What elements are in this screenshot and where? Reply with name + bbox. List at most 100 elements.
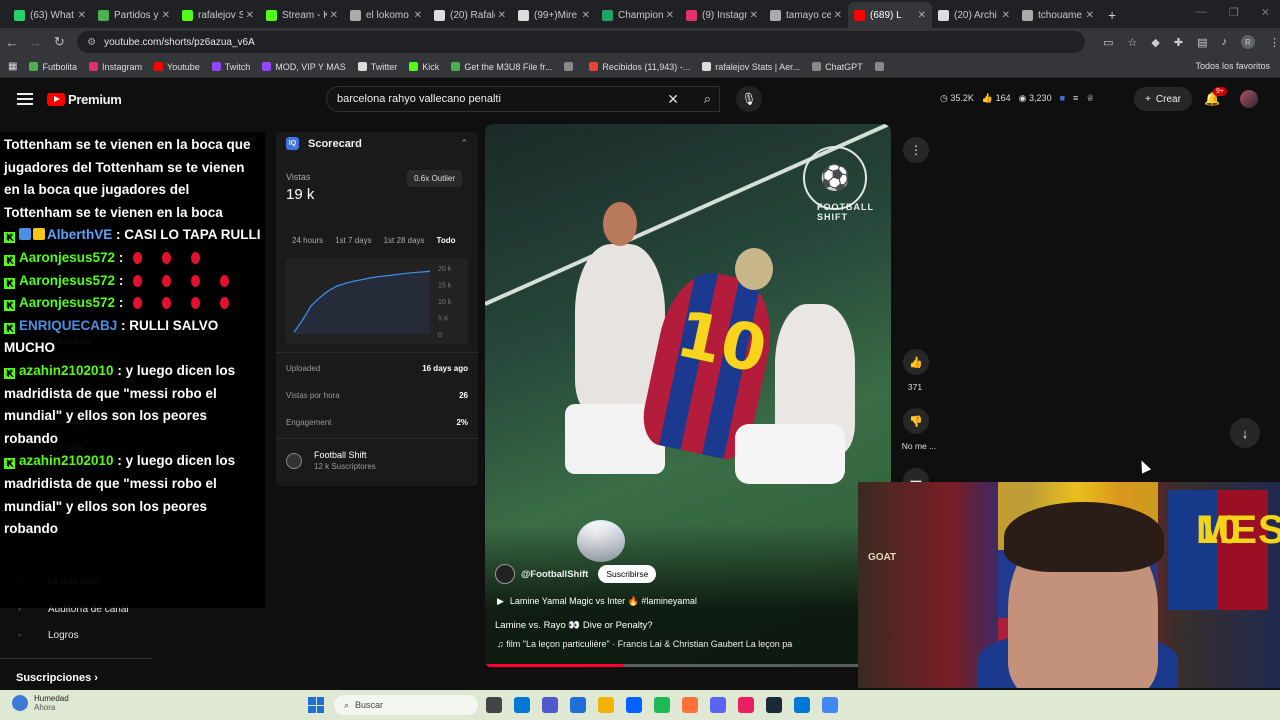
tab-close-icon[interactable]: ✕ [498,10,506,21]
hamburger-menu-icon[interactable] [17,90,33,108]
tab-close-icon[interactable]: ✕ [666,10,674,21]
subscriptions-header[interactable]: Suscripciones › [16,672,98,684]
taskbar-app-icon[interactable] [514,697,530,713]
taskbar-app-icon[interactable] [570,697,586,713]
start-button[interactable] [308,697,324,713]
taskbar-app-icon[interactable] [766,697,782,713]
window-controls[interactable]: — ❐ ✕ [1196,6,1270,19]
range-tab[interactable]: 24 hours [292,236,323,245]
cast-icon[interactable]: ▭ [1103,36,1113,49]
media-icon[interactable]: ♪ [1222,36,1228,48]
create-button[interactable]: + Crear [1134,87,1192,111]
bookmark-item[interactable]: Futbolita [29,62,77,72]
clear-search-icon[interactable]: ✕ [667,91,679,108]
back-icon[interactable]: ← [0,35,24,50]
browser-tab[interactable]: (99+)Mire ✕ [512,2,596,28]
vidiq-icon[interactable]: ■ [1060,93,1065,104]
shorts-video-player[interactable]: 10 ⚽ FOOTBALL SHIFT @FootballShift Suscr… [485,124,891,668]
scorecard-header[interactable]: IQ Scorecard [286,137,362,150]
tab-close-icon[interactable]: ✕ [414,10,422,21]
browser-tab[interactable]: (63) What ✕ [8,2,92,28]
tab-close-icon[interactable]: ✕ [750,10,758,21]
taskbar-app-icon[interactable] [486,697,502,713]
browser-tab[interactable]: el lokomo ✕ [344,2,428,28]
browser-tab[interactable]: (20) Rafale ✕ [428,2,512,28]
range-tab[interactable]: 1st 28 days [384,236,425,245]
all-bookmarks[interactable]: Todos los favoritos [1195,61,1270,71]
bookmark-item[interactable] [874,62,888,71]
browser-tab[interactable]: rafalejov S ✕ [176,2,260,28]
tab-close-icon[interactable]: ✕ [918,10,926,21]
tab-close-icon[interactable]: ✕ [162,10,170,21]
music-credit[interactable]: ♫ film "La leçon particulière" · Francis… [497,639,792,649]
bookmark-item[interactable] [564,62,577,71]
browser-tab[interactable]: tchouame ✕ [1016,2,1100,28]
range-tab[interactable]: Todo [437,236,456,245]
browser-tab[interactable]: (9) Instagr ✕ [680,2,764,28]
taskbar-app-icon[interactable] [542,697,558,713]
minimize-icon[interactable]: — [1196,6,1207,19]
like-button[interactable]: 👍 [903,349,929,375]
bookmark-star-icon[interactable]: ☆ [1128,36,1138,49]
tab-close-icon[interactable]: ✕ [330,10,338,21]
bookmark-item[interactable]: Twitter [357,62,397,72]
bookmark-item[interactable]: Recibidos (11,943) -... [589,62,690,72]
profile-icon[interactable]: R [1241,35,1256,49]
channel-handle[interactable]: @FootballShift [521,569,588,580]
trophy-icon[interactable]: ♕ [1086,93,1094,104]
channel-avatar[interactable] [495,564,515,584]
tab-close-icon[interactable]: ✕ [78,10,86,21]
extensions-puzzle-icon[interactable]: ✚ [1174,36,1183,49]
reload-icon[interactable]: ↻ [47,34,71,50]
tab-close-icon[interactable]: ✕ [582,10,590,21]
scorecard-channel[interactable]: Football Shift 12 k Suscriptores [286,450,376,471]
new-tab-icon[interactable]: + [1108,2,1116,28]
browser-tab[interactable]: Champion ✕ [596,2,680,28]
range-tab[interactable]: 1st 7 days [335,236,371,245]
chevron-up-icon[interactable]: ⌃ [460,138,468,149]
taskbar-app-icon[interactable] [738,697,754,713]
taskbar-search[interactable]: ⌕ Buscar [334,695,478,715]
bookmark-item[interactable]: MOD, VIP Y MAS [262,62,346,72]
taskbar-app-icon[interactable] [822,697,838,713]
bookmark-item[interactable]: Instagram [88,62,142,72]
progress-bar[interactable] [485,664,891,667]
subscribe-button[interactable]: Suscribirse [598,565,657,583]
taskbar-app-icon[interactable] [710,697,726,713]
browser-tab[interactable]: (20) Archi ✕ [932,2,1016,28]
browser-tab[interactable]: tamayo ce ✕ [764,2,848,28]
bookmark-item[interactable]: rafalejov Stats | Aer... [702,62,800,72]
bookmark-item[interactable]: Twitch [211,62,250,72]
voice-search-icon[interactable]: 🎙 [736,86,762,112]
bookmark-item[interactable]: Get the M3U8 File fr... [451,62,552,72]
youtube-logo[interactable]: Premium [47,92,122,107]
close-window-icon[interactable]: ✕ [1261,6,1270,19]
taskbar-app-icon[interactable] [682,697,698,713]
browser-tab[interactable]: Partidos y ✕ [92,2,176,28]
search-input[interactable]: barcelona rahyo vallecano penalti ✕ ⌕ [326,86,720,112]
sidebar-item[interactable]: Logros [48,630,79,641]
maximize-icon[interactable]: ❐ [1229,6,1239,19]
address-bar[interactable]: ⚙ youtube.com/shorts/pz6azua_v6A [77,31,1086,53]
bookmark-item[interactable]: ChatGPT [812,62,863,72]
dislike-button[interactable]: 👎 [903,408,929,434]
playlist-link[interactable]: ▶ Lamine Yamal Magic vs Inter 🔥 #laminey… [497,596,697,607]
tab-close-icon[interactable]: ✕ [246,10,254,21]
forward-icon[interactable]: → [24,35,48,50]
weather-widget[interactable]: Humedad Ahora [12,694,69,712]
apps-grid-icon[interactable]: ▦ [8,61,17,72]
taskbar-app-icon[interactable] [654,697,670,713]
browser-tab[interactable]: Stream - K ✕ [260,2,344,28]
next-short-button[interactable]: ↓ [1230,418,1260,448]
tab-close-icon[interactable]: ✕ [1002,10,1010,21]
bookmark-item[interactable]: Kick [409,62,439,72]
extension-icon[interactable]: ◆ [1151,36,1159,49]
sidepanel-icon[interactable]: ▤ [1197,36,1207,49]
site-info-icon[interactable]: ⚙ [87,37,96,48]
bookmark-item[interactable]: Youtube [154,62,200,72]
taskbar-app-icon[interactable] [794,697,810,713]
list-icon[interactable]: ≡ [1073,93,1078,104]
tab-close-icon[interactable]: ✕ [1086,10,1094,21]
menu-dots-icon[interactable]: ⋮ [1269,36,1280,49]
avatar[interactable] [1240,90,1258,108]
